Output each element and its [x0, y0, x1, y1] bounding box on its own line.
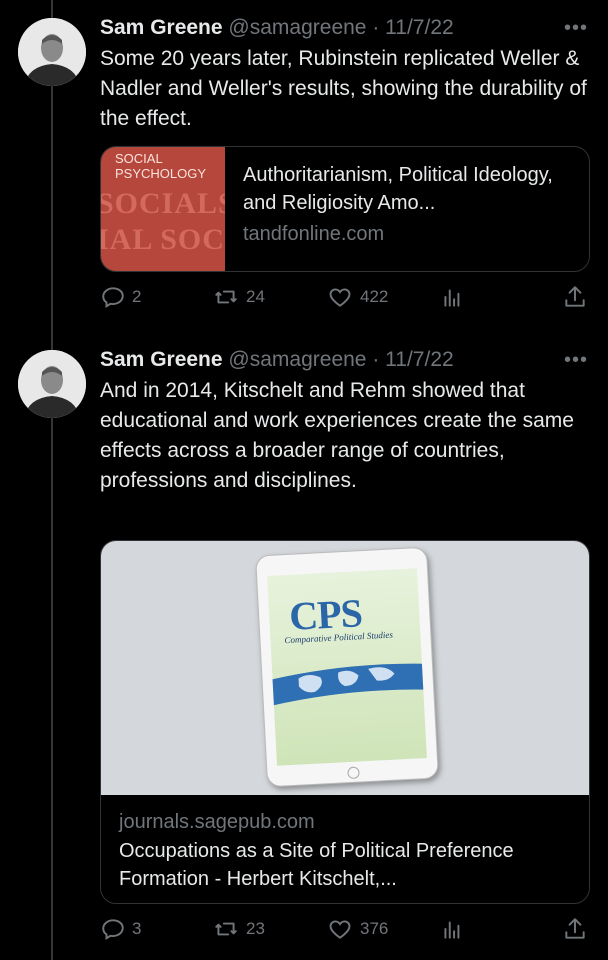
avatar[interactable] — [18, 18, 86, 86]
like-icon — [329, 920, 351, 939]
like-icon — [329, 288, 351, 307]
share-icon — [565, 286, 585, 307]
tweet-date[interactable]: 11/7/22 — [385, 348, 454, 371]
avatar[interactable] — [18, 350, 86, 418]
reply-button[interactable]: 2 — [100, 284, 141, 310]
home-button-icon — [347, 766, 360, 780]
views-icon — [444, 921, 460, 939]
retweet-icon — [215, 922, 237, 936]
tweet-actions: 2 24 422 — [100, 284, 590, 314]
share-icon — [565, 918, 585, 939]
link-card[interactable]: CPS Comparative Political Studies journa… — [100, 540, 590, 904]
like-count: 422 — [360, 287, 389, 306]
world-map-icon — [268, 663, 427, 707]
retweet-icon — [215, 290, 237, 304]
tweet-text: And in 2014, Kitschelt and Rehm showed t… — [100, 379, 574, 492]
thumbnail-label: SOCIAL PSYCHOLOGY — [115, 151, 207, 181]
like-button[interactable]: 376 — [326, 916, 388, 942]
views-button[interactable] — [440, 284, 472, 310]
reply-icon — [102, 919, 124, 940]
tweet-text: Some 20 years later, Rubinstein replicat… — [100, 47, 587, 130]
retweet-count: 24 — [246, 287, 265, 306]
thread-line — [51, 0, 53, 960]
card-image: CPS Comparative Political Studies — [101, 541, 589, 795]
like-count: 376 — [360, 919, 389, 938]
separator: · — [372, 16, 380, 39]
thumbnail-bg-text: SOCIALS — [101, 187, 225, 220]
tweet-header: Sam Greene @samagreene · 11/7/22 — [100, 14, 454, 42]
author-name[interactable]: Sam Greene — [100, 16, 223, 39]
journal-cover: CPS Comparative Political Studies — [267, 568, 427, 766]
link-card[interactable]: SOCIAL PSYCHOLOGY SOCIALS IAL SOC Author… — [100, 146, 590, 272]
reply-button[interactable]: 3 — [100, 916, 141, 942]
card-domain: journals.sagepub.com — [119, 811, 315, 833]
views-icon — [444, 289, 460, 307]
author-name[interactable]: Sam Greene — [100, 348, 223, 371]
card-title: Authoritarianism, Political Ideology, an… — [243, 164, 553, 214]
tweet-header: Sam Greene @samagreene · 11/7/22 — [100, 346, 454, 374]
author-handle[interactable]: @samagreene — [228, 16, 366, 39]
tablet-image: CPS Comparative Political Studies — [255, 546, 439, 788]
tweet-date[interactable]: 11/7/22 — [385, 16, 454, 39]
retweet-button[interactable]: 23 — [212, 916, 265, 942]
retweet-count: 23 — [246, 919, 265, 938]
share-button[interactable] — [562, 284, 594, 310]
views-button[interactable] — [440, 916, 472, 942]
like-button[interactable]: 422 — [326, 284, 388, 310]
thumbnail-bg-text: IAL SOC — [101, 223, 225, 256]
reply-count: 3 — [132, 919, 142, 938]
separator: · — [372, 348, 380, 371]
share-button[interactable] — [562, 916, 594, 942]
tweet-actions: 3 23 376 — [100, 916, 590, 946]
card-title: Occupations as a Site of Political Prefe… — [119, 840, 514, 890]
reply-icon — [102, 287, 124, 308]
reply-count: 2 — [132, 287, 142, 306]
more-options-icon[interactable]: ••• — [564, 346, 588, 374]
retweet-button[interactable]: 24 — [212, 284, 265, 310]
card-thumbnail: SOCIAL PSYCHOLOGY SOCIALS IAL SOC — [101, 147, 225, 271]
author-handle[interactable]: @samagreene — [228, 348, 366, 371]
card-domain: tandfonline.com — [243, 223, 385, 245]
more-options-icon[interactable]: ••• — [564, 14, 588, 42]
